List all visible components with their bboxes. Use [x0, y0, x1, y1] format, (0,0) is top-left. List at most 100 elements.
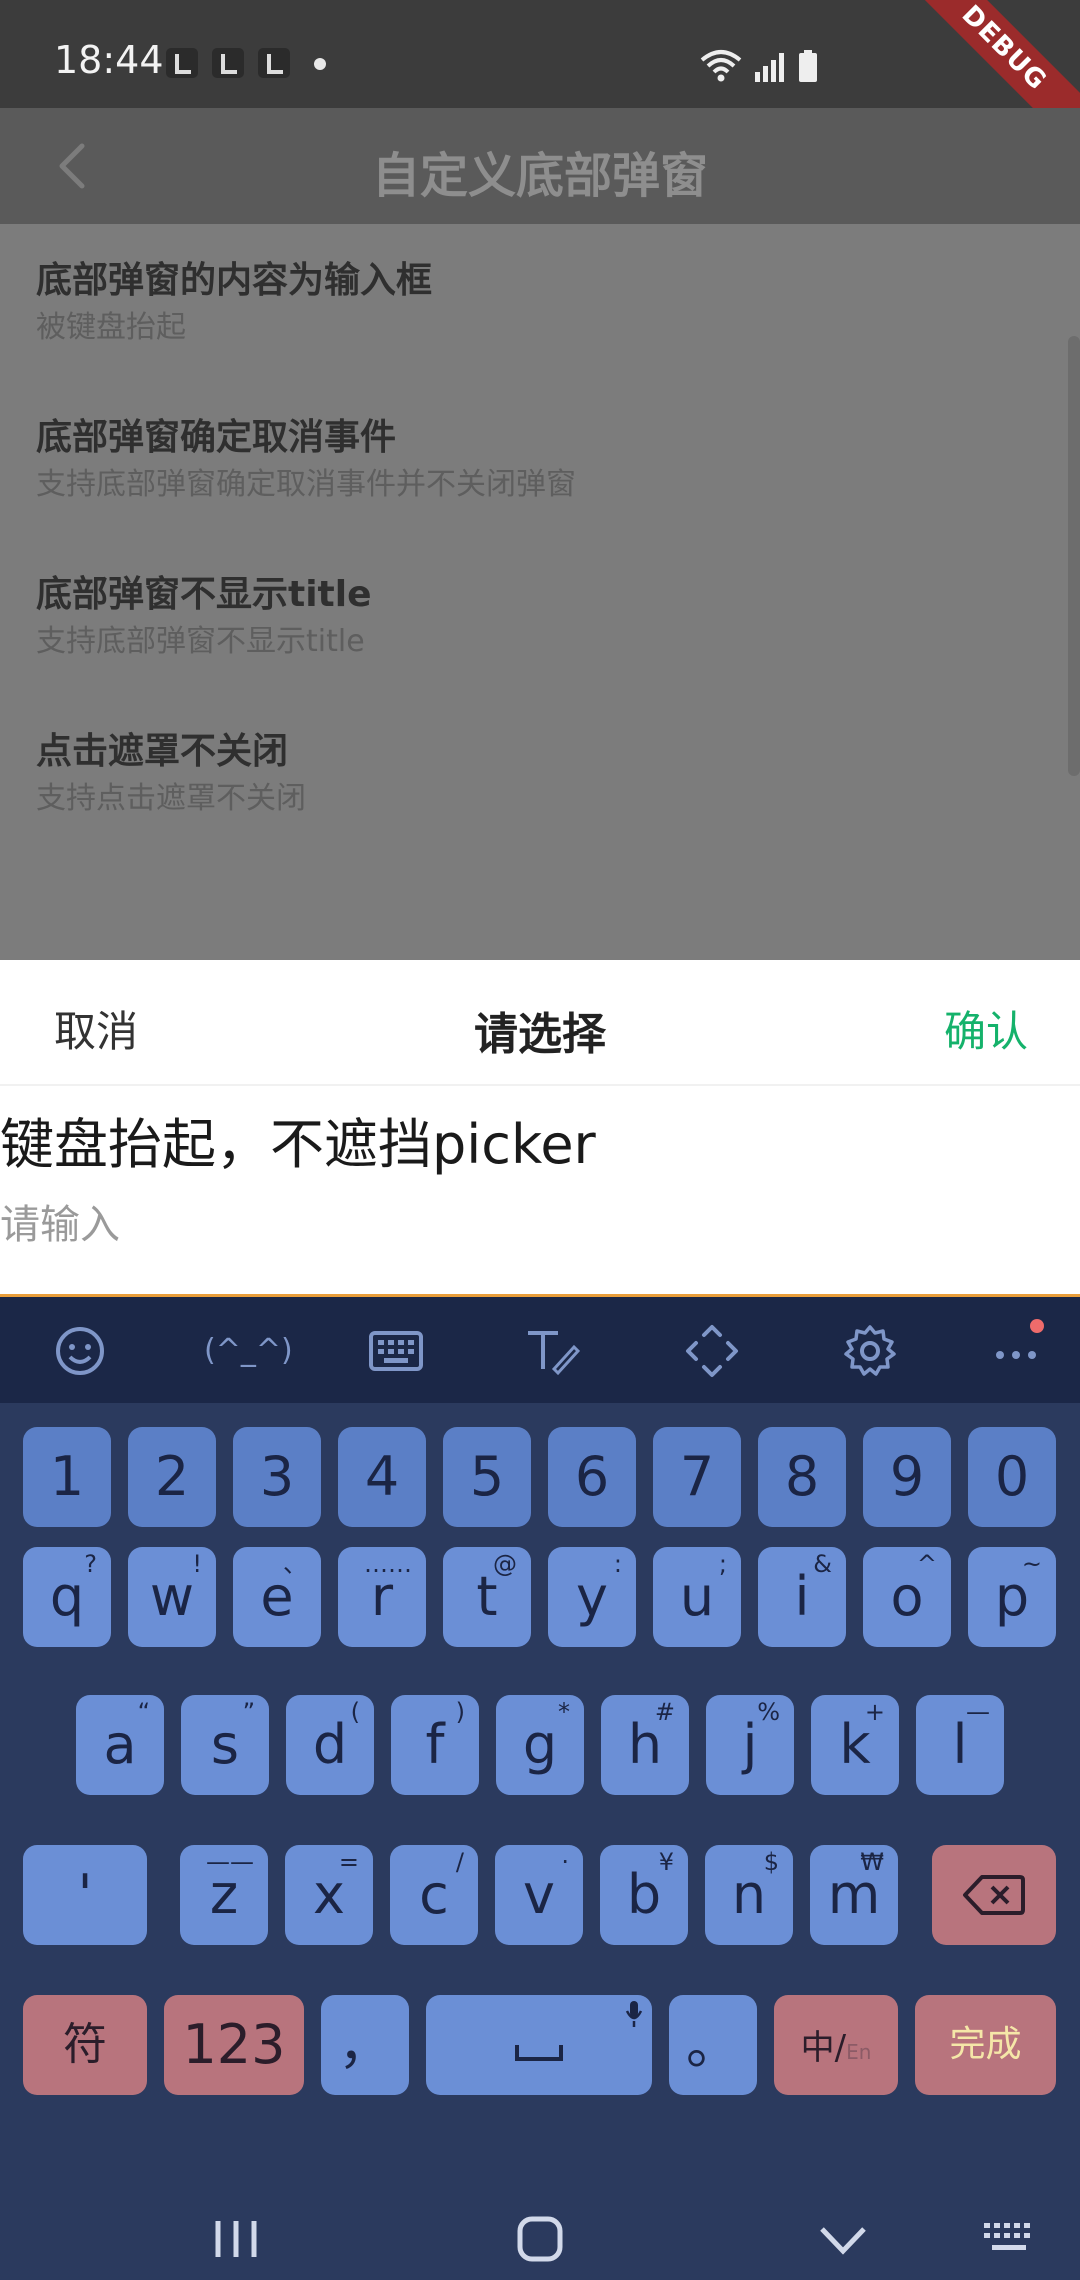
notification-icon: [258, 48, 290, 78]
battery-icon: [799, 50, 817, 82]
key-secondary-symbol: ^: [916, 1550, 937, 1578]
key-4[interactable]: 4: [338, 1427, 426, 1527]
list-item-subtitle: 被键盘抬起: [36, 310, 186, 345]
key-i[interactable]: i &: [758, 1547, 846, 1647]
symbols-key[interactable]: 符: [23, 1995, 147, 2095]
sheet-text-input[interactable]: [0, 1196, 1080, 1254]
language-switch-key[interactable]: 中/En: [774, 1995, 898, 2095]
key-label-secondary: En: [846, 2040, 872, 2064]
key-secondary-symbol: *: [558, 1698, 570, 1726]
comma-key[interactable]: ，: [321, 1995, 409, 2095]
done-key[interactable]: 完成: [915, 1995, 1056, 2095]
key-v[interactable]: v ·: [495, 1845, 583, 1945]
screen: 18:44 DEBUG 自定义底部弹窗 底部弹窗的内容为输入框 被键盘抬起 底部…: [0, 0, 1080, 2280]
key-a[interactable]: a “: [76, 1695, 164, 1795]
list-item[interactable]: 底部弹窗确定取消事件 支持底部弹窗确定取消事件并不关闭弹窗: [36, 411, 576, 505]
key-p[interactable]: p ~: [968, 1547, 1056, 1647]
kaomoji-button[interactable]: (^_^): [204, 1323, 293, 1379]
period-key[interactable]: 。: [669, 1995, 757, 2095]
sheet-description: 键盘抬起，不遮挡picker: [0, 1113, 596, 1176]
key-secondary-symbol: —: [966, 1698, 990, 1726]
key-label: 2: [154, 1445, 190, 1508]
key-label: i: [794, 1565, 810, 1628]
key-l[interactable]: l —: [916, 1695, 1004, 1795]
key-q[interactable]: q?: [23, 1547, 111, 1647]
key-1[interactable]: 1: [23, 1427, 111, 1527]
key-u[interactable]: u;: [653, 1547, 741, 1647]
confirm-button[interactable]: 确认: [944, 998, 1028, 1059]
key-secondary-symbol: #: [654, 1698, 675, 1726]
numeric-key[interactable]: 123: [164, 1995, 304, 2095]
key-secondary-symbol: =: [338, 1848, 359, 1876]
key-secondary-symbol: 、: [283, 1550, 307, 1578]
key-5[interactable]: 5: [443, 1427, 531, 1527]
backspace-key[interactable]: [932, 1845, 1056, 1945]
key-secondary-symbol: +: [864, 1698, 885, 1726]
key-j[interactable]: j%: [706, 1695, 794, 1795]
key-s[interactable]: s”: [181, 1695, 269, 1795]
keyboard-switch-icon[interactable]: [982, 2219, 1038, 2259]
key-secondary-symbol: :: [613, 1550, 622, 1578]
space-bar-icon: [515, 2045, 563, 2061]
key-label: 中/: [800, 2028, 847, 2068]
sheet-title: 请选择: [474, 1009, 606, 1060]
list-item[interactable]: 点击遮罩不关闭 支持点击遮罩不关闭: [36, 725, 306, 819]
key-e[interactable]: e、: [233, 1547, 321, 1647]
hide-keyboard-chevron-icon[interactable]: [818, 2223, 868, 2257]
key-secondary-symbol: ): [455, 1698, 465, 1726]
key-g[interactable]: g *: [496, 1695, 584, 1795]
app-bar: 自定义底部弹窗: [0, 108, 1080, 224]
list-item-subtitle: 支持点击遮罩不关闭: [36, 781, 306, 816]
key-label: 。: [686, 2013, 740, 2076]
key-w[interactable]: w!: [128, 1547, 216, 1647]
key-label: j: [742, 1713, 758, 1776]
key-x[interactable]: x =: [285, 1845, 373, 1945]
key-secondary-symbol: ·: [561, 1848, 569, 1876]
key-2[interactable]: 2: [128, 1427, 216, 1527]
key-z[interactable]: z ——: [180, 1845, 268, 1945]
settings-gear-icon[interactable]: [842, 1323, 898, 1379]
key-6[interactable]: 6: [548, 1427, 636, 1527]
key-label: 3: [259, 1445, 295, 1508]
recent-apps-icon[interactable]: [212, 2217, 262, 2261]
key-c[interactable]: c /: [390, 1845, 478, 1945]
apostrophe-key[interactable]: ': [23, 1845, 147, 1945]
key-secondary-symbol: ~: [1021, 1550, 1042, 1578]
status-bar: 18:44 DEBUG: [0, 0, 1080, 170]
key-d[interactable]: d(: [286, 1695, 374, 1795]
key-n[interactable]: n $: [705, 1845, 793, 1945]
key-0[interactable]: 0: [968, 1427, 1056, 1527]
key-r[interactable]: r……: [338, 1547, 426, 1647]
emoji-icon[interactable]: [52, 1323, 108, 1379]
keyboard-layout-icon[interactable]: [368, 1323, 424, 1379]
key-t[interactable]: t @: [443, 1547, 531, 1647]
home-icon[interactable]: [516, 2215, 564, 2263]
scrollbar[interactable]: [1068, 336, 1080, 776]
list-item[interactable]: 底部弹窗不显示title 支持底部弹窗不显示title: [36, 568, 372, 662]
key-m[interactable]: m ₩: [810, 1845, 898, 1945]
key-f[interactable]: f): [391, 1695, 479, 1795]
key-y[interactable]: y:: [548, 1547, 636, 1647]
space-key[interactable]: [426, 1995, 652, 2095]
handwriting-icon[interactable]: [524, 1323, 580, 1379]
key-label: n: [731, 1863, 767, 1926]
key-3[interactable]: 3: [233, 1427, 321, 1527]
key-b[interactable]: b ¥: [600, 1845, 688, 1945]
key-label: 8: [784, 1445, 820, 1508]
key-8[interactable]: 8: [758, 1427, 846, 1527]
key-9[interactable]: 9: [863, 1427, 951, 1527]
update-badge-dot: [1030, 1319, 1044, 1333]
cursor-move-icon[interactable]: [684, 1323, 740, 1379]
key-label: w: [149, 1565, 195, 1628]
key-secondary-symbol: ——: [206, 1848, 254, 1876]
key-secondary-symbol: ……: [364, 1550, 412, 1578]
key-secondary-symbol: %: [757, 1698, 780, 1726]
demo-list: 底部弹窗的内容为输入框 被键盘抬起 底部弹窗确定取消事件 支持底部弹窗确定取消事…: [0, 224, 1080, 960]
signal-icon: [755, 53, 784, 82]
key-h[interactable]: h #: [601, 1695, 689, 1795]
key-secondary-symbol: ;: [718, 1550, 727, 1578]
list-item[interactable]: 底部弹窗的内容为输入框 被键盘抬起: [36, 254, 432, 348]
key-k[interactable]: k +: [811, 1695, 899, 1795]
key-7[interactable]: 7: [653, 1427, 741, 1527]
key-o[interactable]: o ^: [863, 1547, 951, 1647]
